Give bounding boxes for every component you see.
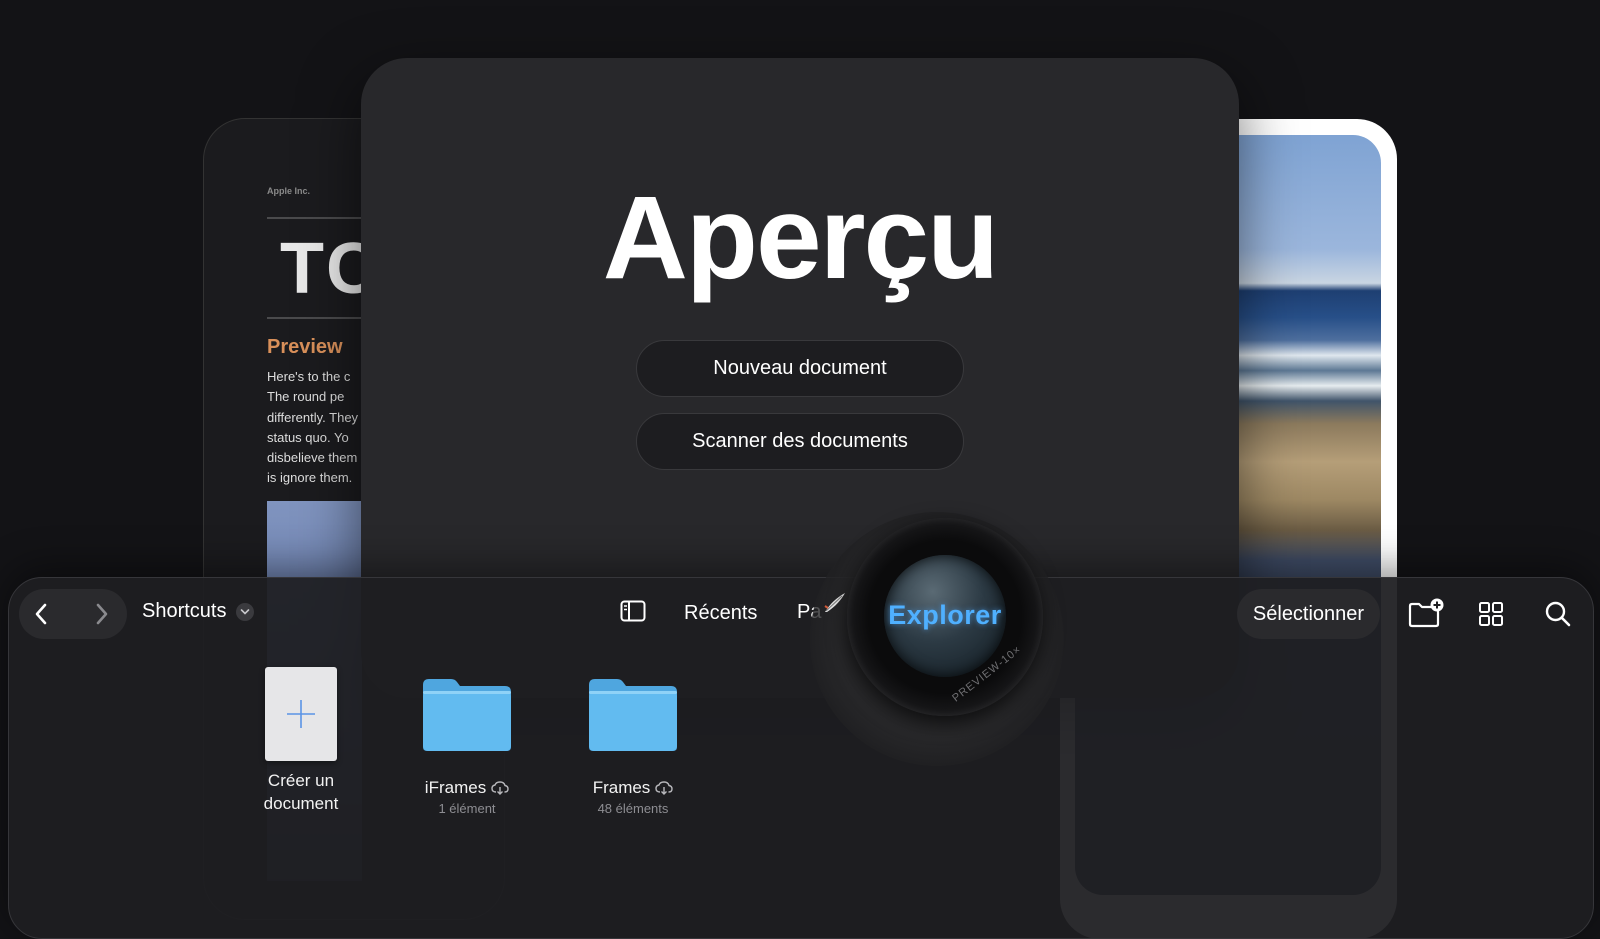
plus-icon	[287, 700, 315, 728]
location-menu[interactable]: Shortcuts	[142, 600, 255, 623]
tab-recents[interactable]: Récents	[684, 602, 757, 625]
search-icon	[1545, 601, 1571, 627]
doc-divider	[267, 217, 367, 219]
folder-item-iframes[interactable]: iFrames 1 élément	[402, 667, 532, 816]
new-folder-icon	[1408, 598, 1444, 628]
sidebar-toggle-button[interactable]	[620, 600, 646, 622]
create-document-item[interactable]: Créer un document	[236, 667, 366, 815]
folder-icon	[423, 679, 511, 751]
folder-item-frames[interactable]: Frames 48 éléments	[568, 667, 698, 816]
folder-icon	[589, 679, 677, 751]
lens-label: Explorer	[888, 600, 1002, 630]
chevron-down-icon	[236, 602, 255, 621]
cloud-download-icon	[655, 780, 674, 795]
doc-heading: Preview	[267, 336, 343, 358]
back-button[interactable]	[23, 597, 59, 631]
create-document-label: Créer un document	[263, 771, 339, 813]
folder-name: Frames	[568, 776, 698, 799]
folder-name: iFrames	[402, 776, 532, 799]
view-mode-button[interactable]	[1478, 601, 1504, 627]
search-button[interactable]	[1544, 600, 1572, 628]
location-title: Shortcuts	[142, 600, 227, 622]
doc-divider	[267, 317, 367, 319]
scan-documents-button[interactable]: Scanner des documents	[636, 413, 964, 470]
folder-item-count: 48 éléments	[597, 801, 669, 816]
forward-button[interactable]	[84, 597, 120, 631]
back-chevron-icon	[35, 603, 47, 625]
folder-item-count: 1 élément	[438, 801, 496, 816]
doc-company-label: Apple Inc.	[267, 186, 311, 196]
new-document-button[interactable]: Nouveau document	[636, 340, 964, 397]
cloud-download-icon	[491, 780, 509, 795]
new-folder-button[interactable]	[1408, 598, 1444, 628]
select-button[interactable]: Sélectionner	[1237, 589, 1380, 639]
sidebar-icon	[620, 600, 646, 622]
feather-icon	[824, 593, 845, 612]
grid-view-icon	[1479, 602, 1503, 626]
app-title: Aperçu	[602, 172, 1000, 304]
new-document-tile	[265, 667, 337, 761]
forward-chevron-icon	[96, 603, 108, 625]
